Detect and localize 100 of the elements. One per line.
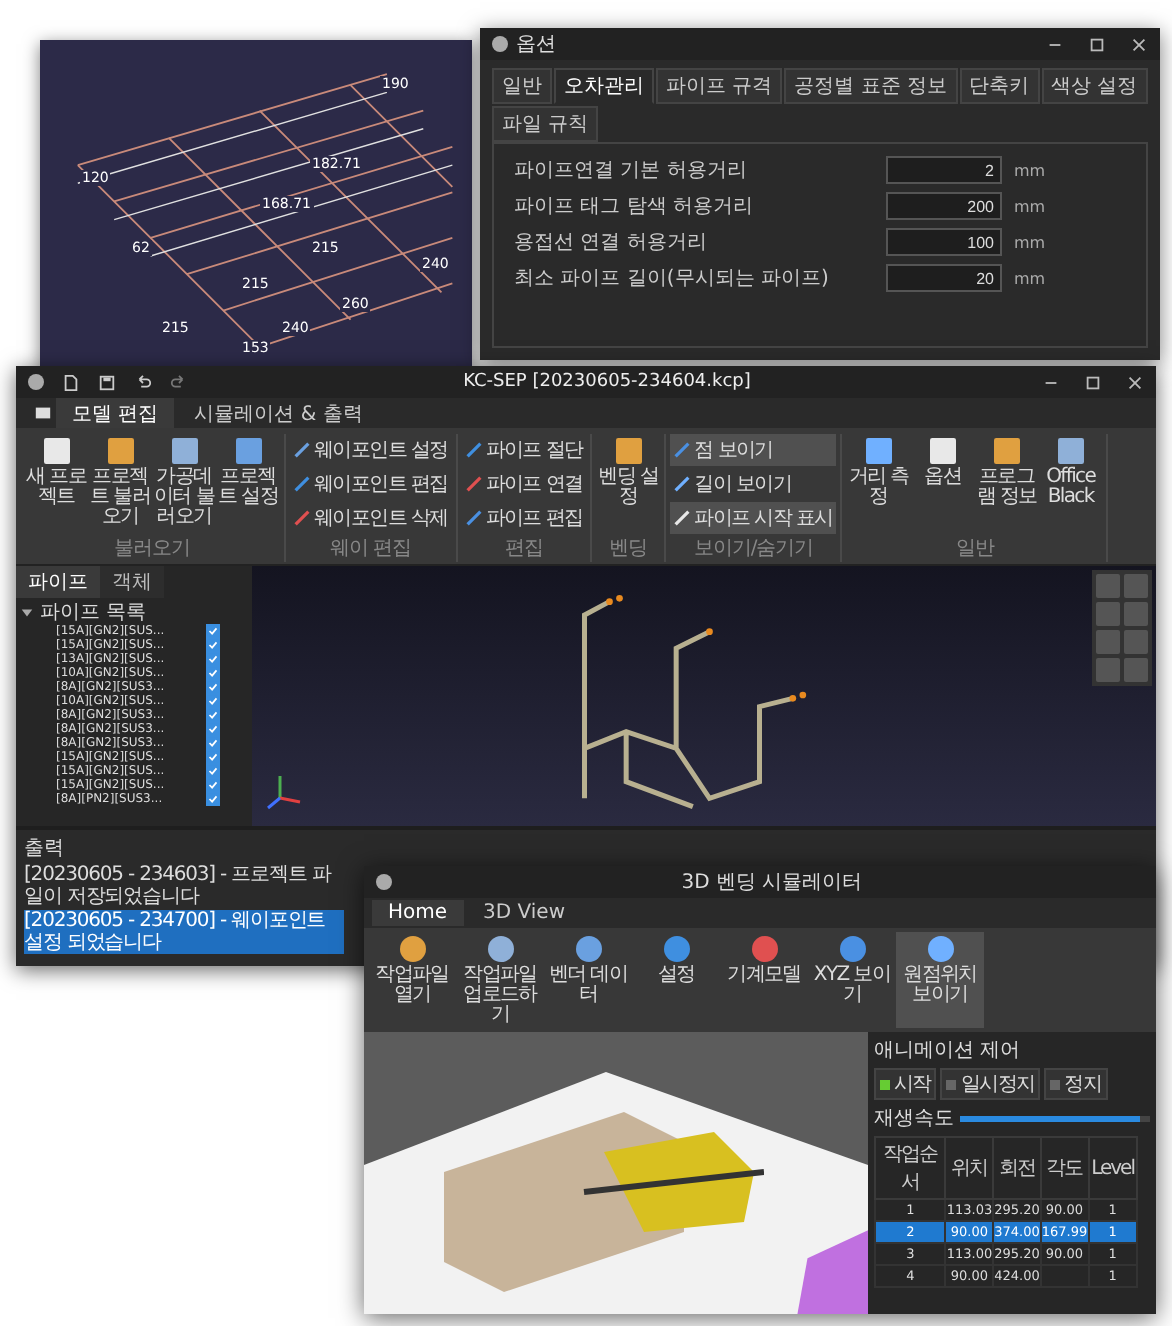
- playback-button[interactable]: 시작: [874, 1068, 937, 1100]
- ribbon-button[interactable]: 웨이포인트 편집: [290, 468, 452, 500]
- line-icon: [465, 442, 482, 458]
- toolbar-button[interactable]: 벤더 데이터: [544, 932, 632, 1028]
- undo-icon[interactable]: [134, 373, 152, 391]
- tab[interactable]: 단축키: [959, 68, 1040, 104]
- tile-icon: [615, 438, 642, 464]
- ribbon-button[interactable]: 웨이포인트 설정: [290, 434, 452, 466]
- tab[interactable]: 오차관리: [554, 68, 654, 104]
- circle-icon: [575, 936, 601, 962]
- unit-label: mm: [1014, 269, 1046, 287]
- close-icon[interactable]: [1126, 373, 1144, 391]
- axis-triad-icon: [264, 770, 304, 810]
- tree-item[interactable]: 파이프 목록: [40, 598, 147, 626]
- toolbar-button[interactable]: 작업파일 열기: [368, 932, 456, 1028]
- checkbox[interactable]: [206, 638, 220, 652]
- ribbon-button[interactable]: 벤딩 설정: [596, 434, 661, 534]
- ribbon-button[interactable]: 파이프 편집: [461, 502, 587, 534]
- checkbox[interactable]: [206, 666, 220, 680]
- tab[interactable]: 색상 설정: [1041, 68, 1148, 104]
- ribbon-button[interactable]: 프로그램 정보: [974, 434, 1039, 534]
- checkbox[interactable]: [206, 722, 220, 736]
- line-icon: [465, 510, 482, 526]
- checkbox[interactable]: [206, 694, 220, 708]
- ribbon-button[interactable]: 프로젝트 설정: [216, 434, 280, 534]
- maximize-icon[interactable]: [1084, 373, 1102, 391]
- save-icon[interactable]: [98, 373, 116, 391]
- unit-label: mm: [1014, 161, 1046, 179]
- checkbox[interactable]: [206, 750, 220, 764]
- checkbox[interactable]: [206, 652, 220, 666]
- slider-label: 재생속도: [874, 1106, 954, 1132]
- checkbox[interactable]: [206, 736, 220, 750]
- number-field[interactable]: 200: [886, 192, 1002, 220]
- ribbon-button[interactable]: 웨이포인트 삭제: [290, 502, 452, 534]
- column-header: 각도: [1040, 1137, 1089, 1199]
- checkbox[interactable]: [206, 778, 220, 792]
- group-label: 불러오기: [114, 536, 190, 562]
- playback-button[interactable]: 일시정지: [940, 1068, 1041, 1100]
- ribbon-button[interactable]: 프로젝트 불러오기: [88, 434, 152, 534]
- ribbon-button[interactable]: 점 보이기: [670, 434, 837, 466]
- close-icon[interactable]: [1130, 35, 1148, 53]
- maximize-icon[interactable]: [1088, 35, 1106, 53]
- ribbon-button[interactable]: 거리 측정: [846, 434, 911, 534]
- tab[interactable]: 파이프 규격: [656, 68, 783, 104]
- checkbox[interactable]: [206, 764, 220, 778]
- window-title: 3D 벤딩 시뮬레이터: [681, 870, 863, 896]
- checkbox[interactable]: [206, 792, 220, 806]
- group-label: 벤딩: [609, 536, 648, 562]
- tab[interactable]: 일반: [492, 68, 552, 104]
- ribbon-button[interactable]: 옵션: [910, 434, 975, 534]
- tile-icon: [993, 438, 1020, 464]
- tile-icon: [1057, 438, 1084, 464]
- group-label: 일반: [955, 536, 994, 562]
- app-icon: [28, 374, 44, 390]
- ribbon-button[interactable]: 파이프 절단: [461, 434, 587, 466]
- circle-icon: [751, 936, 777, 962]
- log-line[interactable]: [20230605 - 234603] - 프로젝트 파일이 저장되었습니다: [24, 864, 344, 908]
- ribbon-button[interactable]: Office Black: [1038, 434, 1103, 534]
- window-title: KC-SEP [20230605-234604.kcp]: [463, 372, 751, 392]
- checkbox[interactable]: [206, 708, 220, 722]
- playback-button[interactable]: 정지: [1044, 1068, 1108, 1100]
- circle-icon: [839, 936, 865, 962]
- ribbon-tab[interactable]: 3D View: [467, 900, 582, 926]
- toolbar-button[interactable]: 기계모델: [720, 932, 808, 1028]
- tab[interactable]: 파일 규칙: [492, 106, 599, 142]
- expand-caret[interactable]: [20, 605, 34, 619]
- tile-icon: [865, 438, 892, 464]
- number-field[interactable]: 100: [886, 228, 1002, 256]
- ribbon-button[interactable]: 새 프로젝트: [24, 434, 88, 534]
- toolbar-button[interactable]: XYZ 보이기: [808, 932, 896, 1028]
- group-label: 편집: [504, 536, 543, 562]
- tab[interactable]: 공정별 표준 정보: [784, 68, 958, 104]
- ribbon-tab[interactable]: 모델 편집: [56, 397, 175, 429]
- redo-icon[interactable]: [170, 373, 188, 391]
- ribbon-button[interactable]: 파이프 연결: [461, 468, 587, 500]
- new-file-icon[interactable]: [62, 373, 80, 391]
- line-icon: [674, 476, 691, 492]
- speed-slider[interactable]: [960, 1115, 1141, 1121]
- toolbar-button[interactable]: 작업파일 업로드하기: [456, 932, 544, 1028]
- ribbon-tab[interactable]: 시뮬레이션 & 출력: [178, 397, 379, 429]
- number-field[interactable]: 20: [886, 264, 1002, 292]
- file-menu-icon[interactable]: [34, 404, 52, 422]
- toolbar-button[interactable]: 원점위치 보이기: [896, 932, 984, 1028]
- column-header: 위치: [945, 1137, 994, 1199]
- line-icon: [674, 442, 691, 458]
- column-header: Level: [1088, 1137, 1137, 1199]
- toolbar-button[interactable]: 설정: [632, 932, 720, 1028]
- tile-icon: [235, 438, 261, 464]
- number-field[interactable]: 2: [886, 156, 1002, 184]
- checkbox[interactable]: [206, 624, 220, 638]
- ribbon-button[interactable]: 가공데이터 불러오기: [152, 434, 216, 534]
- checkbox[interactable]: [206, 680, 220, 694]
- unit-label: mm: [1014, 197, 1046, 215]
- ribbon-button[interactable]: 길이 보이기: [670, 468, 837, 500]
- ribbon-tab[interactable]: Home: [372, 900, 464, 926]
- panel-tab[interactable]: 파이프: [16, 566, 100, 598]
- panel-tab[interactable]: 객체: [100, 566, 164, 598]
- circle-icon: [663, 936, 689, 962]
- line-icon: [294, 510, 310, 526]
- ribbon-button[interactable]: 파이프 시작 표시: [670, 502, 837, 534]
